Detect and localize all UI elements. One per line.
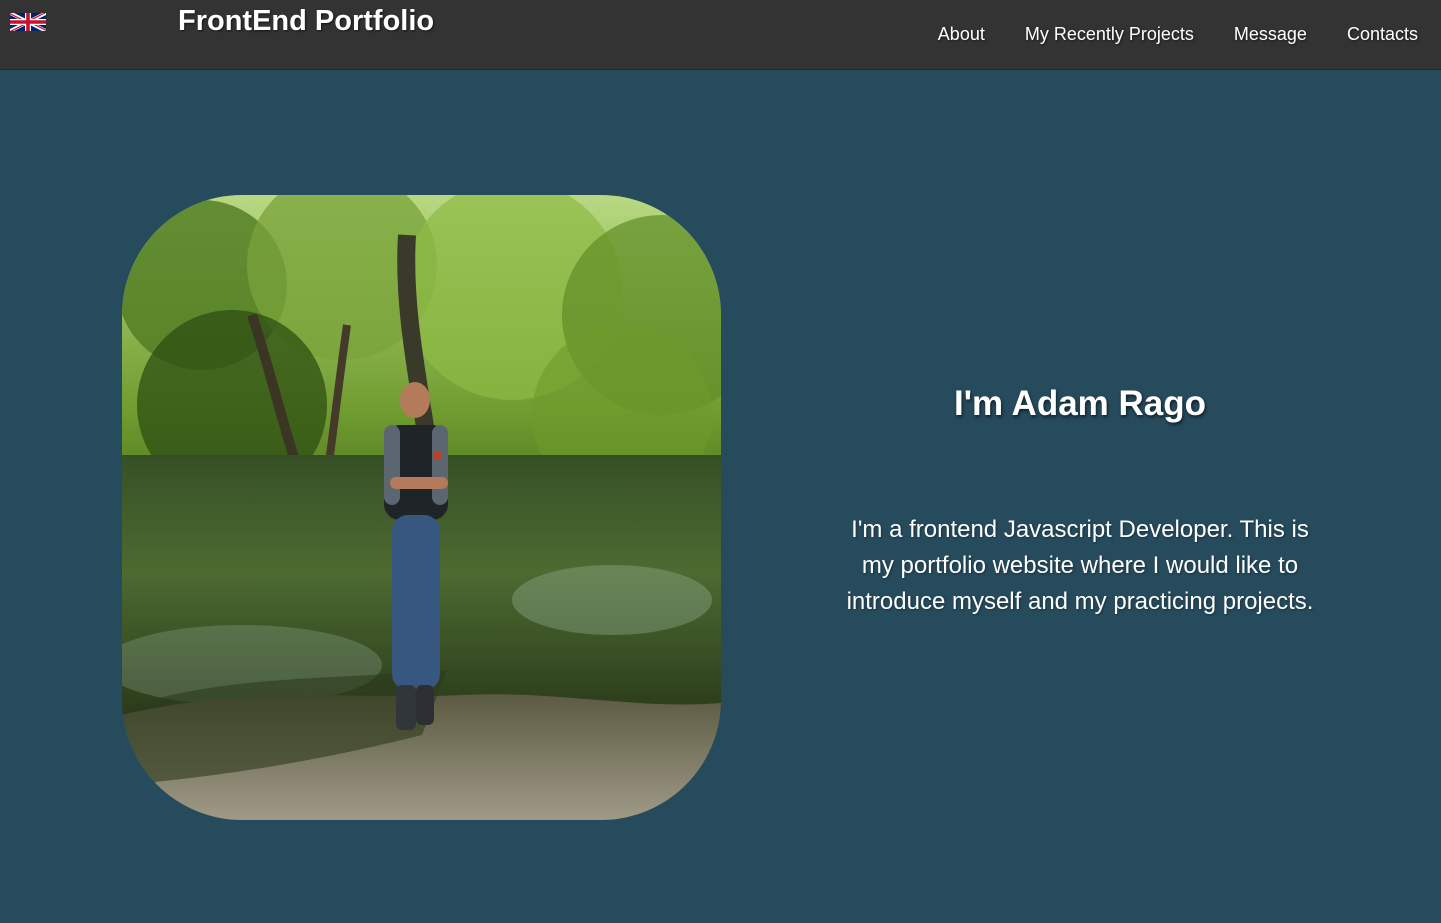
nav-link-contacts[interactable]: Contacts	[1347, 24, 1418, 45]
nav-link-projects[interactable]: My Recently Projects	[1025, 24, 1194, 45]
nav-link-message[interactable]: Message	[1234, 24, 1307, 45]
main-nav: About My Recently Projects Message Conta…	[938, 24, 1418, 45]
hero-description: I'm a frontend Javascript Developer. Thi…	[846, 516, 1314, 615]
profile-photo	[122, 195, 721, 820]
nav-link-about[interactable]: About	[938, 24, 985, 45]
uk-flag-icon[interactable]	[10, 12, 46, 32]
intro-text: I'm Adam Rago I'm a frontend Javascript …	[830, 384, 1330, 620]
hero-title: I'm Adam Rago	[953, 384, 1207, 423]
site-brand-title[interactable]: FrontEnd Portfolio	[178, 5, 434, 38]
top-navigation-bar: FrontEnd Portfolio About My Recently Pro…	[0, 0, 1441, 70]
